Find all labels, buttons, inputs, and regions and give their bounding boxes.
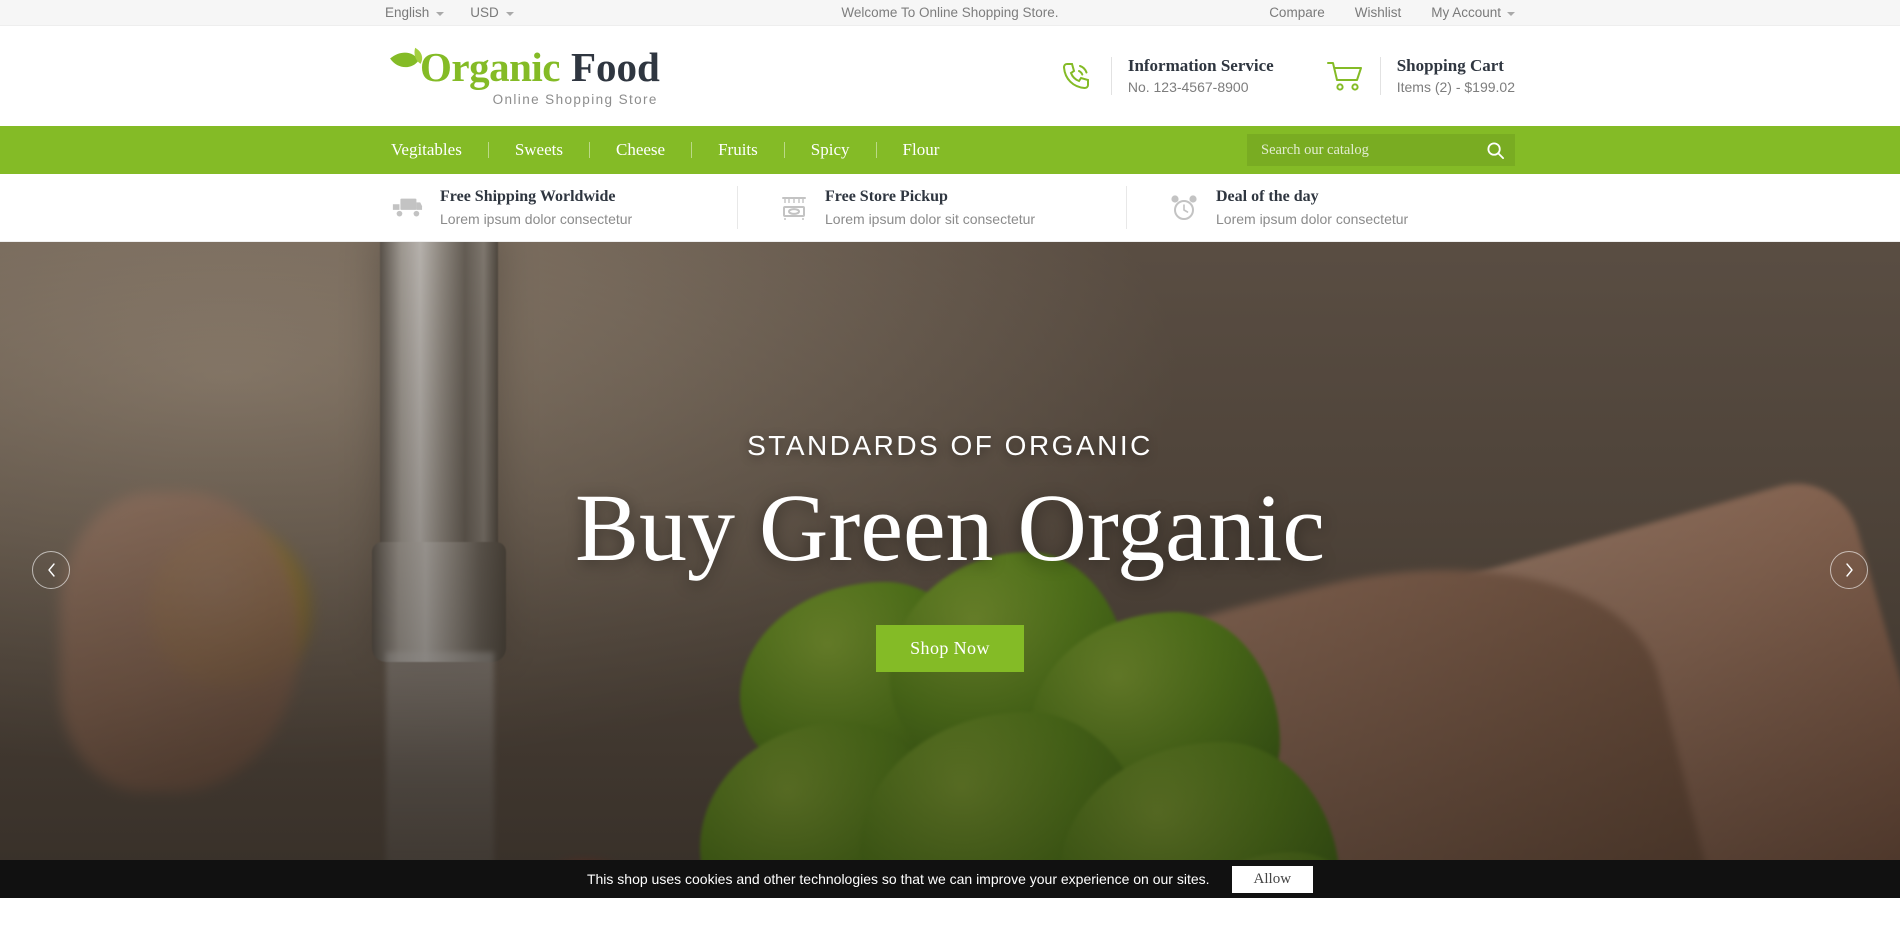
carousel-next-button[interactable] [1830,551,1868,589]
service-subtitle: Lorem ipsum dolor consectetur [1216,210,1409,227]
logo-primary-text: Organic [420,43,560,90]
chevron-down-icon [505,11,514,16]
logo-secondary-text: Food [570,43,660,90]
search-input[interactable] [1261,141,1486,159]
carousel-prev-button[interactable] [32,551,70,589]
shopping-cart-block[interactable]: Shopping Cart Items (2) - $199.02 [1322,55,1515,97]
search-icon [1487,141,1505,159]
chevron-down-icon [1507,11,1515,16]
nav-item-sweets[interactable]: Sweets [489,140,589,160]
top-bar: English USD Welcome To Online Shopping S… [0,0,1900,26]
services-bar: Free Shipping Worldwide Lorem ipsum dolo… [0,174,1900,242]
wishlist-link[interactable]: Wishlist [1355,5,1402,20]
top-bar-left: English USD [385,5,514,20]
service-free-shipping[interactable]: Free Shipping Worldwide Lorem ipsum dolo… [385,186,737,229]
service-text: Free Shipping Worldwide Lorem ipsum dolo… [440,186,632,229]
service-text: Deal of the day Lorem ipsum dolor consec… [1216,186,1408,229]
nav-item-fruits[interactable]: Fruits [692,140,784,160]
service-store-pickup[interactable]: Free Store Pickup Lorem ipsum dolor sit … [737,186,1126,229]
service-title: Free Shipping Worldwide [440,188,616,206]
nav-item-spicy[interactable]: Spicy [785,140,876,160]
chevron-left-icon [47,563,55,577]
hero-carousel: STANDARDS OF ORGANIC Buy Green Organic S… [0,242,1900,898]
nav-items: Vegitables Sweets Cheese Fruits Spicy Fl… [385,140,965,160]
cookie-allow-button[interactable]: Allow [1231,865,1314,893]
shop-now-button[interactable]: Shop Now [876,624,1024,672]
store-icon [780,194,808,222]
service-title: Free Store Pickup [825,188,948,206]
chevron-right-icon [1845,563,1853,577]
my-account-link[interactable]: My Account [1431,5,1515,20]
search-box[interactable] [1247,134,1515,166]
information-service-title: Information Service [1127,56,1274,76]
truck-icon [391,195,423,221]
welcome-message: Welcome To Online Shopping Store. [841,5,1059,20]
phone-icon [1053,59,1099,93]
logo-row: Organic Food [388,46,660,88]
divider [1379,56,1381,95]
service-title: Deal of the day [1216,188,1319,206]
service-subtitle: Lorem ipsum dolor sit consectetur [825,210,1036,227]
chevron-down-icon [436,11,445,16]
cookie-consent-bar: This shop uses cookies and other technol… [0,860,1900,898]
service-deal-of-the-day[interactable]: Deal of the day Lorem ipsum dolor consec… [1126,186,1515,229]
alarm-clock-icon [1169,193,1199,223]
currency-selector[interactable]: USD [470,5,514,20]
search-button[interactable] [1486,141,1505,160]
main-navigation: Vegitables Sweets Cheese Fruits Spicy Fl… [0,126,1900,174]
information-service-block[interactable]: Information Service No. 123-4567-8900 [1053,55,1274,97]
cookie-message: This shop uses cookies and other technol… [586,871,1210,887]
service-text: Free Store Pickup Lorem ipsum dolor sit … [825,186,1035,229]
shopping-cart-summary: Items (2) - $199.02 [1396,79,1515,96]
information-service-phone: No. 123-4567-8900 [1127,79,1249,96]
language-label: English [385,5,430,20]
nav-item-cheese[interactable]: Cheese [590,140,691,160]
hero-title: Buy Green Organic [575,474,1325,581]
nav-item-flour[interactable]: Flour [877,140,966,160]
service-subtitle: Lorem ipsum dolor consectetur [440,210,633,227]
language-selector[interactable]: English [385,5,445,20]
information-service-text: Information Service No. 123-4567-8900 [1128,55,1274,97]
site-header: Organic Food Online Shopping Store Infor… [0,26,1900,126]
site-logo[interactable]: Organic Food Online Shopping Store [388,46,660,107]
shopping-cart-text: Shopping Cart Items (2) - $199.02 [1397,55,1515,97]
header-right: Information Service No. 123-4567-8900 Sh… [1053,55,1515,97]
compare-link[interactable]: Compare [1269,5,1325,20]
shopping-cart-title: Shopping Cart [1396,56,1504,76]
nav-item-vegitables[interactable]: Vegitables [385,140,488,160]
hero-eyebrow: STANDARDS OF ORGANIC [747,430,1153,461]
logo-tagline: Online Shopping Store [492,91,658,107]
hero-content: STANDARDS OF ORGANIC Buy Green Organic S… [0,242,1900,898]
my-account-label: My Account [1431,5,1501,20]
services-inner: Free Shipping Worldwide Lorem ipsum dolo… [385,186,1515,229]
currency-label: USD [470,5,499,20]
divider [1110,56,1112,95]
shopping-cart-icon [1322,59,1368,93]
top-bar-right: Compare Wishlist My Account [1269,5,1515,20]
